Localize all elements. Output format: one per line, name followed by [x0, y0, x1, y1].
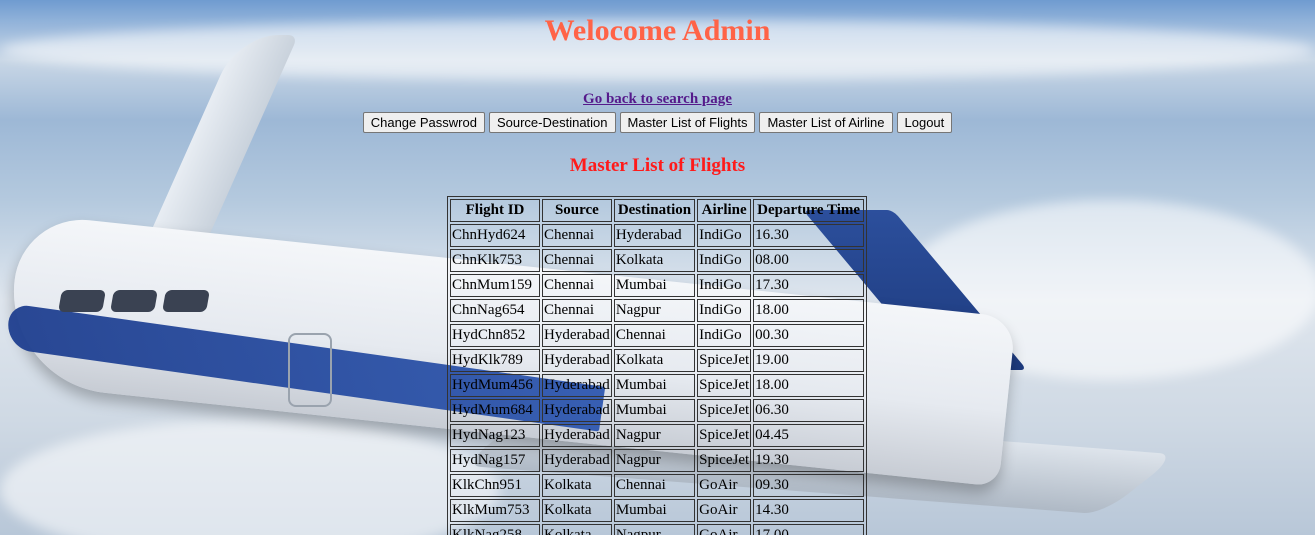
table-row: ChnHyd624 Chennai Hyderabad IndiGo 16.30 [450, 224, 865, 247]
flights-table: Flight ID Source Destination Airline Dep… [447, 196, 868, 535]
cell-departure-time: 08.00 [753, 249, 865, 272]
back-to-search-link[interactable]: Go back to search page [583, 91, 732, 107]
cell-departure-time: 19.30 [753, 449, 865, 472]
table-row: HydNag123 Hyderabad Nagpur SpiceJet 04.4… [450, 424, 865, 447]
cell-departure-time: 18.00 [753, 374, 865, 397]
master-list-airline-button[interactable]: Master List of Airline [759, 112, 893, 133]
column-header-departure-time: Departure Time [753, 199, 865, 222]
cell-destination: Mumbai [613, 499, 696, 522]
table-row: KlkChn951 Kolkata Chennai GoAir 09.30 [450, 474, 865, 497]
cell-flight-id: KlkChn951 [450, 474, 540, 497]
cell-flight-id: ChnHyd624 [450, 224, 540, 247]
cell-departure-time: 06.30 [753, 399, 865, 422]
cell-destination: Nagpur [613, 449, 696, 472]
cell-airline: SpiceJet [697, 374, 752, 397]
section-title: Master List of Flights [569, 155, 746, 176]
cell-departure-time: 16.30 [753, 224, 865, 247]
cell-flight-id: HydMum684 [450, 399, 540, 422]
cell-departure-time: 19.00 [753, 349, 865, 372]
cell-airline: GoAir [697, 499, 752, 522]
cell-destination: Hyderabad [613, 224, 696, 247]
cell-destination: Nagpur [613, 424, 696, 447]
cell-airline: SpiceJet [697, 424, 752, 447]
column-header-source: Source [542, 199, 612, 222]
cell-flight-id: HydChn852 [450, 324, 540, 347]
master-list-flights-button[interactable]: Master List of Flights [619, 112, 756, 133]
cell-flight-id: ChnMum159 [450, 274, 540, 297]
cell-flight-id: ChnKlk753 [450, 249, 540, 272]
cell-source: Kolkata [542, 499, 612, 522]
source-destination-button[interactable]: Source-Destination [488, 112, 616, 133]
cell-airline: SpiceJet [697, 349, 752, 372]
admin-toolbar: Change Passwrod Source-Destination Maste… [0, 112, 1315, 133]
table-row: HydKlk789 Hyderabad Kolkata SpiceJet 19.… [450, 349, 865, 372]
cell-flight-id: HydNag123 [450, 424, 540, 447]
table-row: KlkMum753 Kolkata Mumbai GoAir 14.30 [450, 499, 865, 522]
cell-airline: IndiGo [697, 324, 752, 347]
cell-destination: Chennai [613, 474, 696, 497]
table-row: HydChn852 Hyderabad Chennai IndiGo 00.30 [450, 324, 865, 347]
cell-source: Kolkata [542, 524, 612, 535]
table-row: ChnKlk753 Chennai Kolkata IndiGo 08.00 [450, 249, 865, 272]
cell-destination: Chennai [613, 324, 696, 347]
logout-button[interactable]: Logout [896, 112, 953, 133]
cell-departure-time: 14.30 [753, 499, 865, 522]
table-row: HydMum684 Hyderabad Mumbai SpiceJet 06.3… [450, 399, 865, 422]
table-row: KlkNag258 Kolkata Nagpur GoAir 17.00 [450, 524, 865, 535]
page-content: Welocome Admin Go back to search page Ch… [0, 0, 1315, 535]
cell-airline: IndiGo [697, 224, 752, 247]
cell-source: Chennai [542, 274, 612, 297]
cell-source: Hyderabad [542, 449, 612, 472]
cell-source: Chennai [542, 224, 612, 247]
cell-destination: Kolkata [613, 249, 696, 272]
cell-departure-time: 17.00 [753, 524, 865, 535]
cell-destination: Nagpur [613, 524, 696, 535]
cell-departure-time: 04.45 [753, 424, 865, 447]
column-header-flight-id: Flight ID [450, 199, 540, 222]
page-title: Welocome Admin [544, 14, 771, 47]
table-row: HydNag157 Hyderabad Nagpur SpiceJet 19.3… [450, 449, 865, 472]
table-header-row: Flight ID Source Destination Airline Dep… [450, 199, 865, 222]
cell-departure-time: 18.00 [753, 299, 865, 322]
cell-airline: GoAir [697, 524, 752, 535]
change-password-button[interactable]: Change Passwrod [362, 112, 485, 133]
table-row: ChnNag654 Chennai Nagpur IndiGo 18.00 [450, 299, 865, 322]
cell-airline: IndiGo [697, 274, 752, 297]
cell-destination: Kolkata [613, 349, 696, 372]
cell-flight-id: KlkNag258 [450, 524, 540, 535]
cell-destination: Mumbai [613, 274, 696, 297]
table-row: ChnMum159 Chennai Mumbai IndiGo 17.30 [450, 274, 865, 297]
cell-departure-time: 17.30 [753, 274, 865, 297]
cell-flight-id: ChnNag654 [450, 299, 540, 322]
cell-source: Kolkata [542, 474, 612, 497]
cell-airline: SpiceJet [697, 449, 752, 472]
cell-source: Hyderabad [542, 424, 612, 447]
cell-destination: Mumbai [613, 374, 696, 397]
cell-source: Chennai [542, 299, 612, 322]
table-row: HydMum456 Hyderabad Mumbai SpiceJet 18.0… [450, 374, 865, 397]
back-link-container: Go back to search page [0, 91, 1315, 108]
cell-destination: Nagpur [613, 299, 696, 322]
cell-airline: GoAir [697, 474, 752, 497]
cell-airline: IndiGo [697, 299, 752, 322]
cell-flight-id: HydKlk789 [450, 349, 540, 372]
cell-destination: Mumbai [613, 399, 696, 422]
cell-source: Hyderabad [542, 399, 612, 422]
cell-source: Hyderabad [542, 324, 612, 347]
cell-departure-time: 09.30 [753, 474, 865, 497]
cell-source: Hyderabad [542, 349, 612, 372]
cell-flight-id: KlkMum753 [450, 499, 540, 522]
cell-flight-id: HydNag157 [450, 449, 540, 472]
cell-source: Chennai [542, 249, 612, 272]
cell-source: Hyderabad [542, 374, 612, 397]
column-header-destination: Destination [613, 199, 696, 222]
cell-flight-id: HydMum456 [450, 374, 540, 397]
column-header-airline: Airline [697, 199, 752, 222]
cell-airline: SpiceJet [697, 399, 752, 422]
cell-airline: IndiGo [697, 249, 752, 272]
cell-departure-time: 00.30 [753, 324, 865, 347]
